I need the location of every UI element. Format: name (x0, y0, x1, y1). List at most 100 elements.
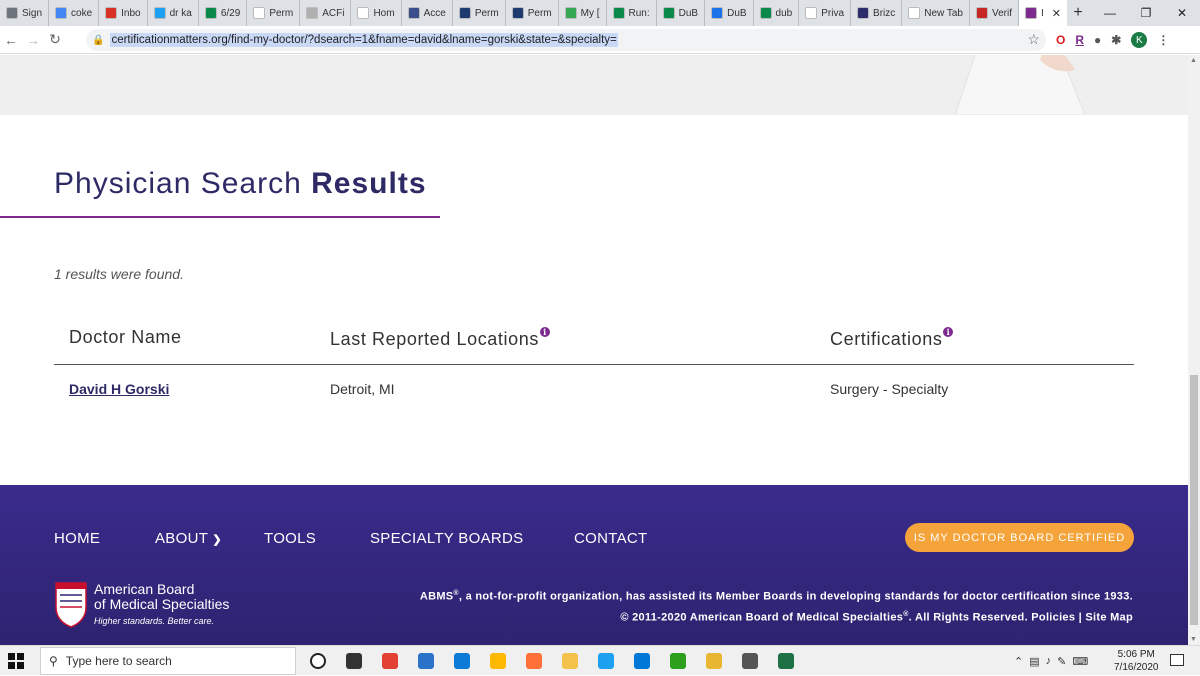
browser-tab[interactable]: Verif (970, 0, 1020, 26)
volume-icon[interactable]: ♪ (1046, 655, 1052, 667)
doctor-name-link[interactable]: David H Gorski (69, 381, 169, 397)
settings-icon[interactable] (732, 646, 768, 676)
browser-tab[interactable]: DuB (705, 0, 754, 26)
chrome-icon[interactable] (372, 646, 408, 676)
store-icon[interactable] (480, 646, 516, 676)
tab-favicon-icon (105, 7, 118, 19)
org-name-line1: American Board (94, 581, 195, 597)
menu-icon[interactable]: ⋮ (1157, 33, 1169, 47)
scroll-thumb[interactable] (1190, 375, 1198, 625)
bookmark-star-icon[interactable]: ☆ (1027, 31, 1040, 48)
forward-icon[interactable]: → (22, 32, 44, 48)
footer-nav-specialty-boards[interactable]: SPECIALTY BOARDS (370, 530, 523, 547)
settings-icon-glyph (742, 653, 758, 669)
new-tab-button[interactable]: + (1067, 4, 1089, 22)
chevron-up-icon[interactable]: ⌃ (1014, 655, 1023, 668)
reload-icon[interactable]: ↻ (44, 31, 66, 48)
browser-tab[interactable]: Inbo (99, 0, 148, 26)
mail-icon[interactable] (624, 646, 660, 676)
scroll-down-icon[interactable]: ▼ (1190, 636, 1197, 643)
file-explorer-icon-glyph (706, 653, 722, 669)
clock[interactable]: 5:06 PM 7/16/2020 (1114, 648, 1159, 674)
address-bar: ← → ↻ 🔒 certificationmatters.org/find-my… (0, 26, 1200, 54)
notifications-icon[interactable] (1170, 654, 1184, 666)
browser-tab[interactable]: 6/29 (199, 0, 248, 26)
page-title: Physician Search Results (54, 167, 427, 201)
cortana-icon[interactable] (300, 646, 336, 676)
store-icon-glyph (490, 653, 506, 669)
task-view-icon[interactable] (336, 646, 372, 676)
page-content: Physician Search Results 1 results were … (0, 55, 1188, 645)
org-name-line2: of Medical Specialties (94, 596, 230, 612)
legal-links[interactable]: . All Rights Reserved. Policies | Site M… (909, 611, 1133, 623)
browser-tab[interactable]: Perm (453, 0, 506, 26)
mail-icon-glyph (634, 653, 650, 669)
pinned-apps (300, 646, 804, 676)
tab-favicon-icon (6, 7, 18, 19)
footer-nav-home[interactable]: HOME (54, 530, 100, 547)
hero-banner (0, 55, 1188, 115)
site-footer: HOME ABOUT ❯ TOOLS SPECIALTY BOARDS CONT… (0, 485, 1188, 645)
firefox-icon[interactable] (516, 646, 552, 676)
url-field[interactable]: 🔒 certificationmatters.org/find-my-docto… (86, 29, 1046, 51)
browser-tab[interactable]: My [ (559, 0, 607, 26)
tab-favicon-icon (204, 7, 217, 19)
browser-tab[interactable]: Perm (506, 0, 559, 26)
file-explorer-icon[interactable] (696, 646, 732, 676)
folder-icon-glyph (562, 653, 578, 669)
network-icon[interactable]: ▤ (1029, 655, 1039, 668)
pen-icon[interactable]: ✎ (1057, 655, 1066, 668)
page-scrollbar[interactable]: ▲ ▼ (1188, 55, 1200, 645)
back-icon[interactable]: ← (0, 32, 22, 48)
quickbooks-icon[interactable] (660, 646, 696, 676)
taskbar-search-box[interactable]: ⚲ Type here to search (40, 647, 296, 675)
tab-favicon-icon (759, 7, 772, 19)
extensions-puzzle-icon[interactable]: ✱ (1111, 33, 1121, 47)
edge-icon[interactable] (444, 646, 480, 676)
tab-favicon-icon (612, 7, 625, 19)
footer-nav-about[interactable]: ABOUT ❯ (155, 530, 222, 547)
scroll-up-icon[interactable]: ▲ (1190, 57, 1197, 64)
url-text[interactable]: certificationmatters.org/find-my-doctor/… (110, 33, 618, 47)
browser-tab[interactable]: dr ka (148, 0, 199, 26)
browser-tab[interactable]: Brizc (851, 0, 903, 26)
browser-tab[interactable]: I ✕ (1019, 0, 1068, 26)
clock-date: 7/16/2020 (1114, 662, 1159, 673)
ext-r-icon[interactable]: R (1075, 33, 1084, 47)
ie-icon[interactable] (588, 646, 624, 676)
profile-avatar[interactable]: K (1131, 32, 1148, 48)
browser-tab[interactable]: dub (754, 0, 800, 26)
tab-close-icon[interactable]: ✕ (1052, 7, 1061, 20)
browser-tab[interactable]: Acce (402, 0, 453, 26)
browser-tab[interactable]: ACFi (300, 0, 352, 26)
browser-tab[interactable]: Perm (247, 0, 301, 26)
browser-tab[interactable]: coke (49, 0, 100, 26)
excel-icon[interactable] (768, 646, 804, 676)
browser-tab[interactable]: Hom (351, 0, 402, 26)
folder-icon[interactable] (552, 646, 588, 676)
tab-favicon-icon (306, 7, 319, 19)
board-certified-button[interactable]: IS MY DOCTOR BOARD CERTIFIED (905, 523, 1134, 552)
windows-start-icon[interactable] (8, 653, 24, 669)
quickbooks-icon-glyph (670, 653, 686, 669)
keyboard-icon[interactable]: ⌨ (1072, 655, 1088, 668)
abms-logo[interactable] (54, 581, 88, 629)
media-player-icon[interactable] (408, 646, 444, 676)
footer-nav-tools[interactable]: TOOLS (264, 530, 316, 547)
browser-tab[interactable]: Priva (799, 0, 852, 26)
browser-tab[interactable]: DuB (657, 0, 706, 26)
info-icon[interactable]: i (943, 327, 954, 337)
close-window-icon[interactable]: ✕ (1164, 0, 1200, 26)
tab-favicon-icon (357, 7, 370, 19)
minimize-icon[interactable]: — (1092, 0, 1128, 26)
restore-icon[interactable]: ❐ (1128, 0, 1164, 26)
opera-icon[interactable]: O (1056, 33, 1065, 47)
tab-label: Perm (269, 7, 294, 19)
info-icon[interactable]: i (539, 327, 550, 337)
browser-tab[interactable]: Sign (0, 0, 50, 26)
browser-tab[interactable]: New Tab (902, 0, 970, 26)
footer-nav-contact[interactable]: CONTACT (574, 530, 647, 547)
ext-circle-icon[interactable]: ● (1094, 33, 1101, 47)
browser-tab[interactable]: Run: (607, 0, 657, 26)
column-header-doctor: Doctor Name (69, 327, 182, 348)
